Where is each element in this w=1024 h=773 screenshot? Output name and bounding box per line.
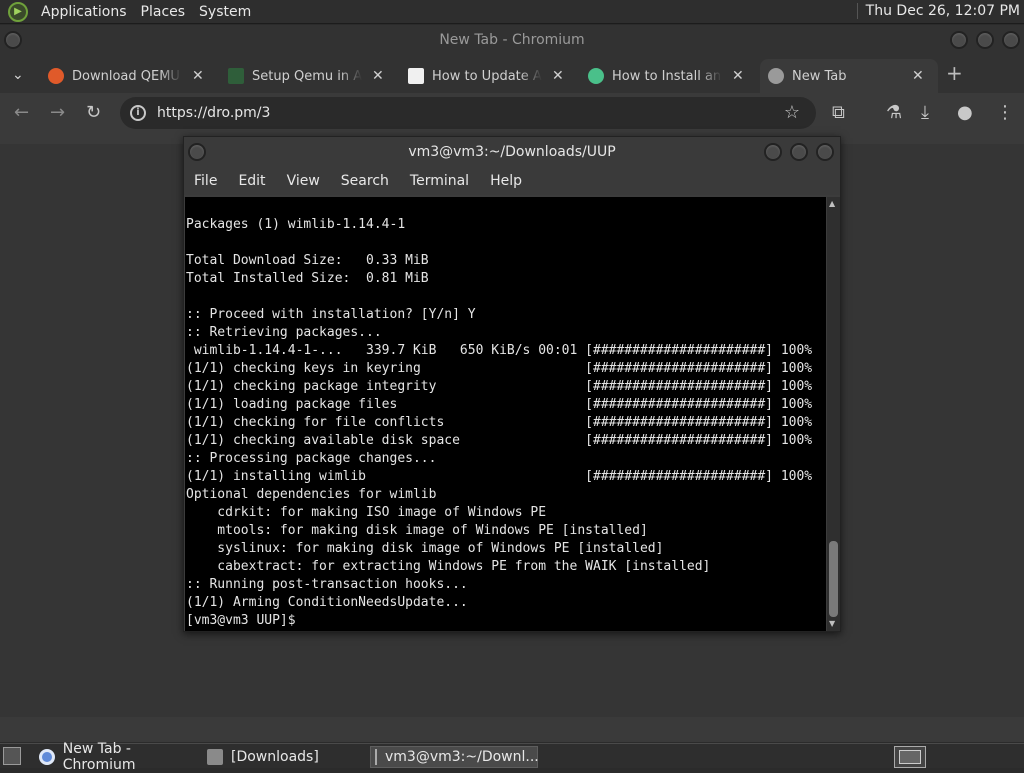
taskbar-item-downloads[interactable]: [Downloads] [203, 746, 368, 768]
profile-avatar-icon[interactable]: ● [957, 103, 973, 123]
maximize-button[interactable] [976, 31, 994, 49]
reload-icon[interactable]: ↻ [86, 103, 101, 123]
address-bar[interactable]: i https://dro.pm/3 ☆ [120, 97, 816, 129]
menu-kebab-icon[interactable]: ⋮ [996, 103, 1014, 123]
minimize-button[interactable] [764, 143, 782, 161]
menu-search[interactable]: Search [341, 173, 389, 189]
terminal-title: vm3@vm3:~/Downloads/UUP [408, 144, 616, 160]
new-tab-plus-icon[interactable]: + [946, 61, 963, 85]
tab-close-icon[interactable]: ✕ [192, 68, 204, 84]
distro-logo-icon[interactable]: ▶ [8, 1, 28, 22]
close-button[interactable] [816, 143, 834, 161]
back-arrow-icon[interactable]: ← [14, 103, 29, 123]
menu-view[interactable]: View [287, 173, 320, 189]
globe-icon [768, 68, 784, 84]
scroll-up-arrow-icon[interactable]: ▲ [829, 199, 835, 208]
workspace-switcher[interactable] [894, 746, 926, 768]
site-favicon-icon [228, 68, 244, 84]
bookmark-star-icon[interactable]: ☆ [784, 97, 800, 129]
site-info-icon[interactable]: i [130, 105, 146, 121]
tab-download-qemu[interactable]: Download QEMU - QEMU ✕ [40, 59, 212, 93]
scrollbar-thumb[interactable] [829, 541, 838, 617]
site-favicon-icon [588, 68, 604, 84]
folder-icon [207, 749, 223, 765]
tab-close-icon[interactable]: ✕ [372, 68, 384, 84]
tab-title: Download QEMU - QEMU [72, 68, 182, 84]
tab-title: How to Update Arch Linux [432, 68, 542, 84]
maximize-button[interactable] [790, 143, 808, 161]
tab-install-use[interactable]: How to Install and Use ✕ [580, 59, 752, 93]
taskbar-item-label: New Tab - Chromium [62, 741, 136, 773]
top-panel: ▶ Applications Places System Thu Dec 26,… [0, 0, 1024, 24]
terminal-window: vm3@vm3:~/Downloads/UUP File Edit View S… [183, 136, 841, 632]
menu-edit[interactable]: Edit [238, 173, 265, 189]
menu-applications[interactable]: Applications [34, 4, 134, 20]
tab-title: Setup Qemu in Arch Linux [252, 68, 362, 84]
labs-flask-icon[interactable]: ⚗ [886, 103, 902, 123]
tab-setup-qemu[interactable]: Setup Qemu in Arch Linux ✕ [220, 59, 392, 93]
download-icon[interactable]: ⤓ [921, 103, 929, 123]
menu-system[interactable]: System [192, 4, 258, 20]
workspace-1[interactable] [899, 750, 921, 764]
window-menu-button[interactable] [188, 143, 206, 161]
taskbar-item-label: [Downloads] [231, 749, 319, 765]
chromium-icon [39, 749, 55, 765]
terminal-scrollbar[interactable]: ▲ ▼ [827, 197, 840, 631]
close-button[interactable] [1002, 31, 1020, 49]
tab-new-tab[interactable]: New Tab ✕ [760, 59, 938, 93]
extensions-puzzle-icon[interactable]: ⧉ [832, 103, 845, 123]
tab-title: New Tab [792, 68, 847, 84]
terminal-screen[interactable]: Packages (1) wimlib-1.14.4-1 Total Downl… [185, 197, 826, 631]
terminal-output: Packages (1) wimlib-1.14.4-1 Total Downl… [186, 217, 813, 628]
tab-strip: ⌄ Download QEMU - QEMU ✕ Setup Qemu in A… [0, 55, 1024, 93]
minimize-button[interactable] [950, 31, 968, 49]
forward-arrow-icon[interactable]: → [50, 103, 65, 123]
qemu-favicon-icon [48, 68, 64, 84]
site-favicon-icon [408, 68, 424, 84]
tab-title: How to Install and Use [612, 68, 722, 84]
tab-update-arch[interactable]: How to Update Arch Linux ✕ [400, 59, 572, 93]
clock[interactable]: Thu Dec 26, 12:07 PM [856, 3, 1020, 19]
menu-places[interactable]: Places [134, 4, 193, 20]
browser-toolbar: ← → ↻ i https://dro.pm/3 ☆ ⧉ ⚗ ⤓ ● ⋮ [0, 93, 1024, 135]
taskbar-item-chromium[interactable]: New Tab - Chromium [35, 741, 205, 773]
taskbar-item-label: vm3@vm3:~/Downl... [385, 749, 539, 765]
taskbar-item-terminal[interactable]: vm3@vm3:~/Downl... [370, 746, 539, 768]
scroll-down-arrow-icon[interactable]: ▼ [829, 619, 835, 628]
browser-window-title: New Tab - Chromium [439, 32, 585, 48]
tab-close-icon[interactable]: ✕ [912, 68, 924, 84]
tab-close-icon[interactable]: ✕ [732, 68, 744, 84]
menu-help[interactable]: Help [490, 173, 522, 189]
terminal-menubar: File Edit View Search Terminal Help [184, 167, 840, 195]
terminal-titlebar[interactable]: vm3@vm3:~/Downloads/UUP [184, 137, 840, 167]
tab-close-icon[interactable]: ✕ [552, 68, 564, 84]
url-text: https://dro.pm/3 [157, 105, 271, 121]
window-menu-button[interactable] [4, 31, 22, 49]
menu-file[interactable]: File [194, 173, 217, 189]
browser-titlebar[interactable]: New Tab - Chromium [0, 25, 1024, 55]
show-desktop-icon[interactable] [3, 747, 21, 765]
terminal-icon [375, 749, 377, 765]
tab-search-chevron-icon[interactable]: ⌄ [12, 67, 24, 83]
bottom-panel: New Tab - Chromium [Downloads] vm3@vm3:~… [0, 741, 1024, 773]
menu-terminal[interactable]: Terminal [410, 173, 469, 189]
